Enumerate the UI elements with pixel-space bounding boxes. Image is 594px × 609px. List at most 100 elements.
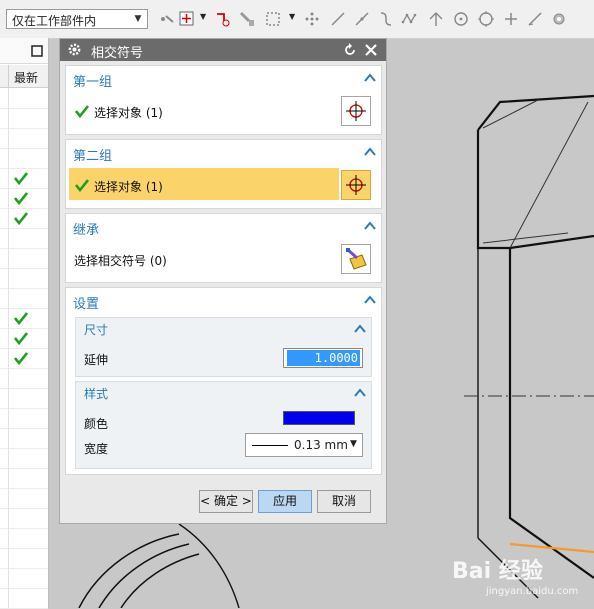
crosshair-icon	[346, 175, 366, 195]
column-separator	[8, 268, 9, 288]
rectangle-dropdown-icon[interactable]: ▼	[289, 12, 295, 21]
column-separator	[8, 408, 9, 428]
chevron-up-icon[interactable]	[364, 295, 376, 305]
column-separator	[8, 208, 9, 228]
plus-icon[interactable]	[502, 10, 520, 28]
navigator-row[interactable]	[0, 288, 48, 309]
navigator-row[interactable]	[0, 588, 48, 609]
curve-icon[interactable]	[377, 10, 395, 28]
baidu-watermark: Bai 经验	[452, 559, 543, 584]
navigator-row[interactable]	[0, 568, 48, 589]
circle-icon[interactable]	[477, 10, 495, 28]
group-inherit: 继承 选择相交符号 (0)	[65, 213, 382, 283]
navigator-row[interactable]	[0, 268, 48, 289]
column-separator	[8, 308, 9, 328]
point-dropdown-icon[interactable]: ▼	[200, 12, 206, 21]
navigator-row[interactable]	[0, 388, 48, 409]
diagonal-line-icon[interactable]	[526, 10, 544, 28]
check-icon	[14, 312, 28, 325]
group-first-set-title: 第一组	[73, 75, 113, 90]
navigator-row[interactable]	[0, 408, 48, 429]
select-object-button-1[interactable]	[341, 96, 371, 126]
rectangle-select-icon[interactable]	[264, 10, 282, 28]
point-constructor-icon[interactable]	[178, 10, 196, 28]
close-icon[interactable]	[365, 44, 377, 56]
check-icon	[14, 352, 28, 365]
chevron-up-icon[interactable]	[354, 324, 366, 334]
inherit-select-button[interactable]	[341, 244, 371, 274]
chevron-up-icon[interactable]	[364, 221, 376, 231]
point-snap-icon[interactable]	[158, 10, 176, 28]
extend-input[interactable]: 1.0000	[283, 348, 363, 368]
color-label: 颜色	[84, 417, 109, 431]
ok-button[interactable]: < 确定 >	[199, 490, 253, 513]
column-separator	[8, 108, 9, 128]
line-icon[interactable]	[329, 10, 347, 28]
color-swatch[interactable]	[283, 411, 355, 425]
column-header[interactable]: 最新	[0, 65, 48, 88]
select-object-button-2[interactable]	[341, 170, 371, 200]
chevron-up-icon[interactable]	[364, 147, 376, 157]
cancel-button[interactable]: 取消	[317, 490, 371, 513]
navigator-row[interactable]	[0, 88, 48, 109]
paintbrush-icon[interactable]	[238, 10, 256, 28]
column-separator	[8, 528, 9, 548]
navigator-row[interactable]	[0, 488, 48, 509]
navigator-row[interactable]	[0, 448, 48, 469]
group-second-set: 第二组 选择对象 (1)	[65, 139, 382, 209]
point-insert-icon[interactable]	[214, 10, 232, 28]
dialog-title: 相交符号	[91, 46, 144, 61]
line-2-icon[interactable]	[353, 10, 371, 28]
scatter-points-icon[interactable]	[303, 10, 321, 28]
column-separator	[8, 368, 9, 388]
navigator-row[interactable]	[0, 528, 48, 549]
dialog-titlebar[interactable]: 相交符号	[60, 39, 386, 61]
column-separator	[8, 568, 9, 588]
reset-icon[interactable]	[343, 43, 357, 57]
navigator-row[interactable]	[0, 188, 48, 209]
navigator-row[interactable]	[0, 208, 48, 229]
column-separator	[8, 588, 9, 608]
navigator-row[interactable]	[0, 248, 48, 269]
line-sample	[252, 445, 288, 446]
navigator-row[interactable]	[0, 148, 48, 169]
navigator-row[interactable]	[0, 108, 48, 129]
selection-scope-dropdown[interactable]: 仅在工作部件内 ▼	[6, 9, 148, 29]
navigator-row[interactable]	[0, 548, 48, 569]
navigator-row[interactable]	[0, 508, 48, 529]
column-separator	[8, 148, 9, 168]
navigator-row[interactable]	[0, 308, 48, 329]
select-object-label-1: 选择对象 (1)	[94, 106, 163, 120]
chevron-up-icon[interactable]	[354, 388, 366, 398]
column-separator	[8, 248, 9, 268]
check-icon	[14, 172, 28, 185]
paint-inherit-icon	[345, 247, 367, 270]
chevron-down-icon[interactable]: ▼	[131, 12, 145, 26]
vertical-line-icon[interactable]	[427, 10, 445, 28]
canvas-arcs	[78, 524, 240, 608]
column-separator	[8, 348, 9, 368]
apply-button[interactable]: 应用	[258, 490, 312, 513]
navigator-row[interactable]	[0, 128, 48, 149]
line-width-dropdown[interactable]: 0.13 mm ▼	[245, 433, 363, 457]
maximize-icon[interactable]	[31, 45, 43, 57]
column-separator	[8, 228, 9, 248]
spline-icon[interactable]	[401, 10, 419, 28]
navigator-row[interactable]	[0, 348, 48, 369]
column-separator	[8, 388, 9, 408]
column-separator	[8, 328, 9, 348]
select-intersection-symbol-label: 选择相交符号 (0)	[74, 254, 167, 268]
navigator-row[interactable]	[0, 368, 48, 389]
settings-icon[interactable]	[550, 10, 568, 28]
navigator-row[interactable]	[0, 168, 48, 189]
chevron-down-icon[interactable]: ▼	[350, 439, 357, 449]
circle-center-icon[interactable]	[452, 10, 470, 28]
navigator-row[interactable]	[0, 468, 48, 489]
graphics-window[interactable]	[388, 38, 594, 608]
navigator-row[interactable]	[0, 328, 48, 349]
check-icon	[14, 332, 28, 345]
chevron-up-icon[interactable]	[364, 73, 376, 83]
navigator-row[interactable]	[0, 228, 48, 249]
crosshair-icon	[346, 101, 366, 121]
navigator-row[interactable]	[0, 428, 48, 449]
